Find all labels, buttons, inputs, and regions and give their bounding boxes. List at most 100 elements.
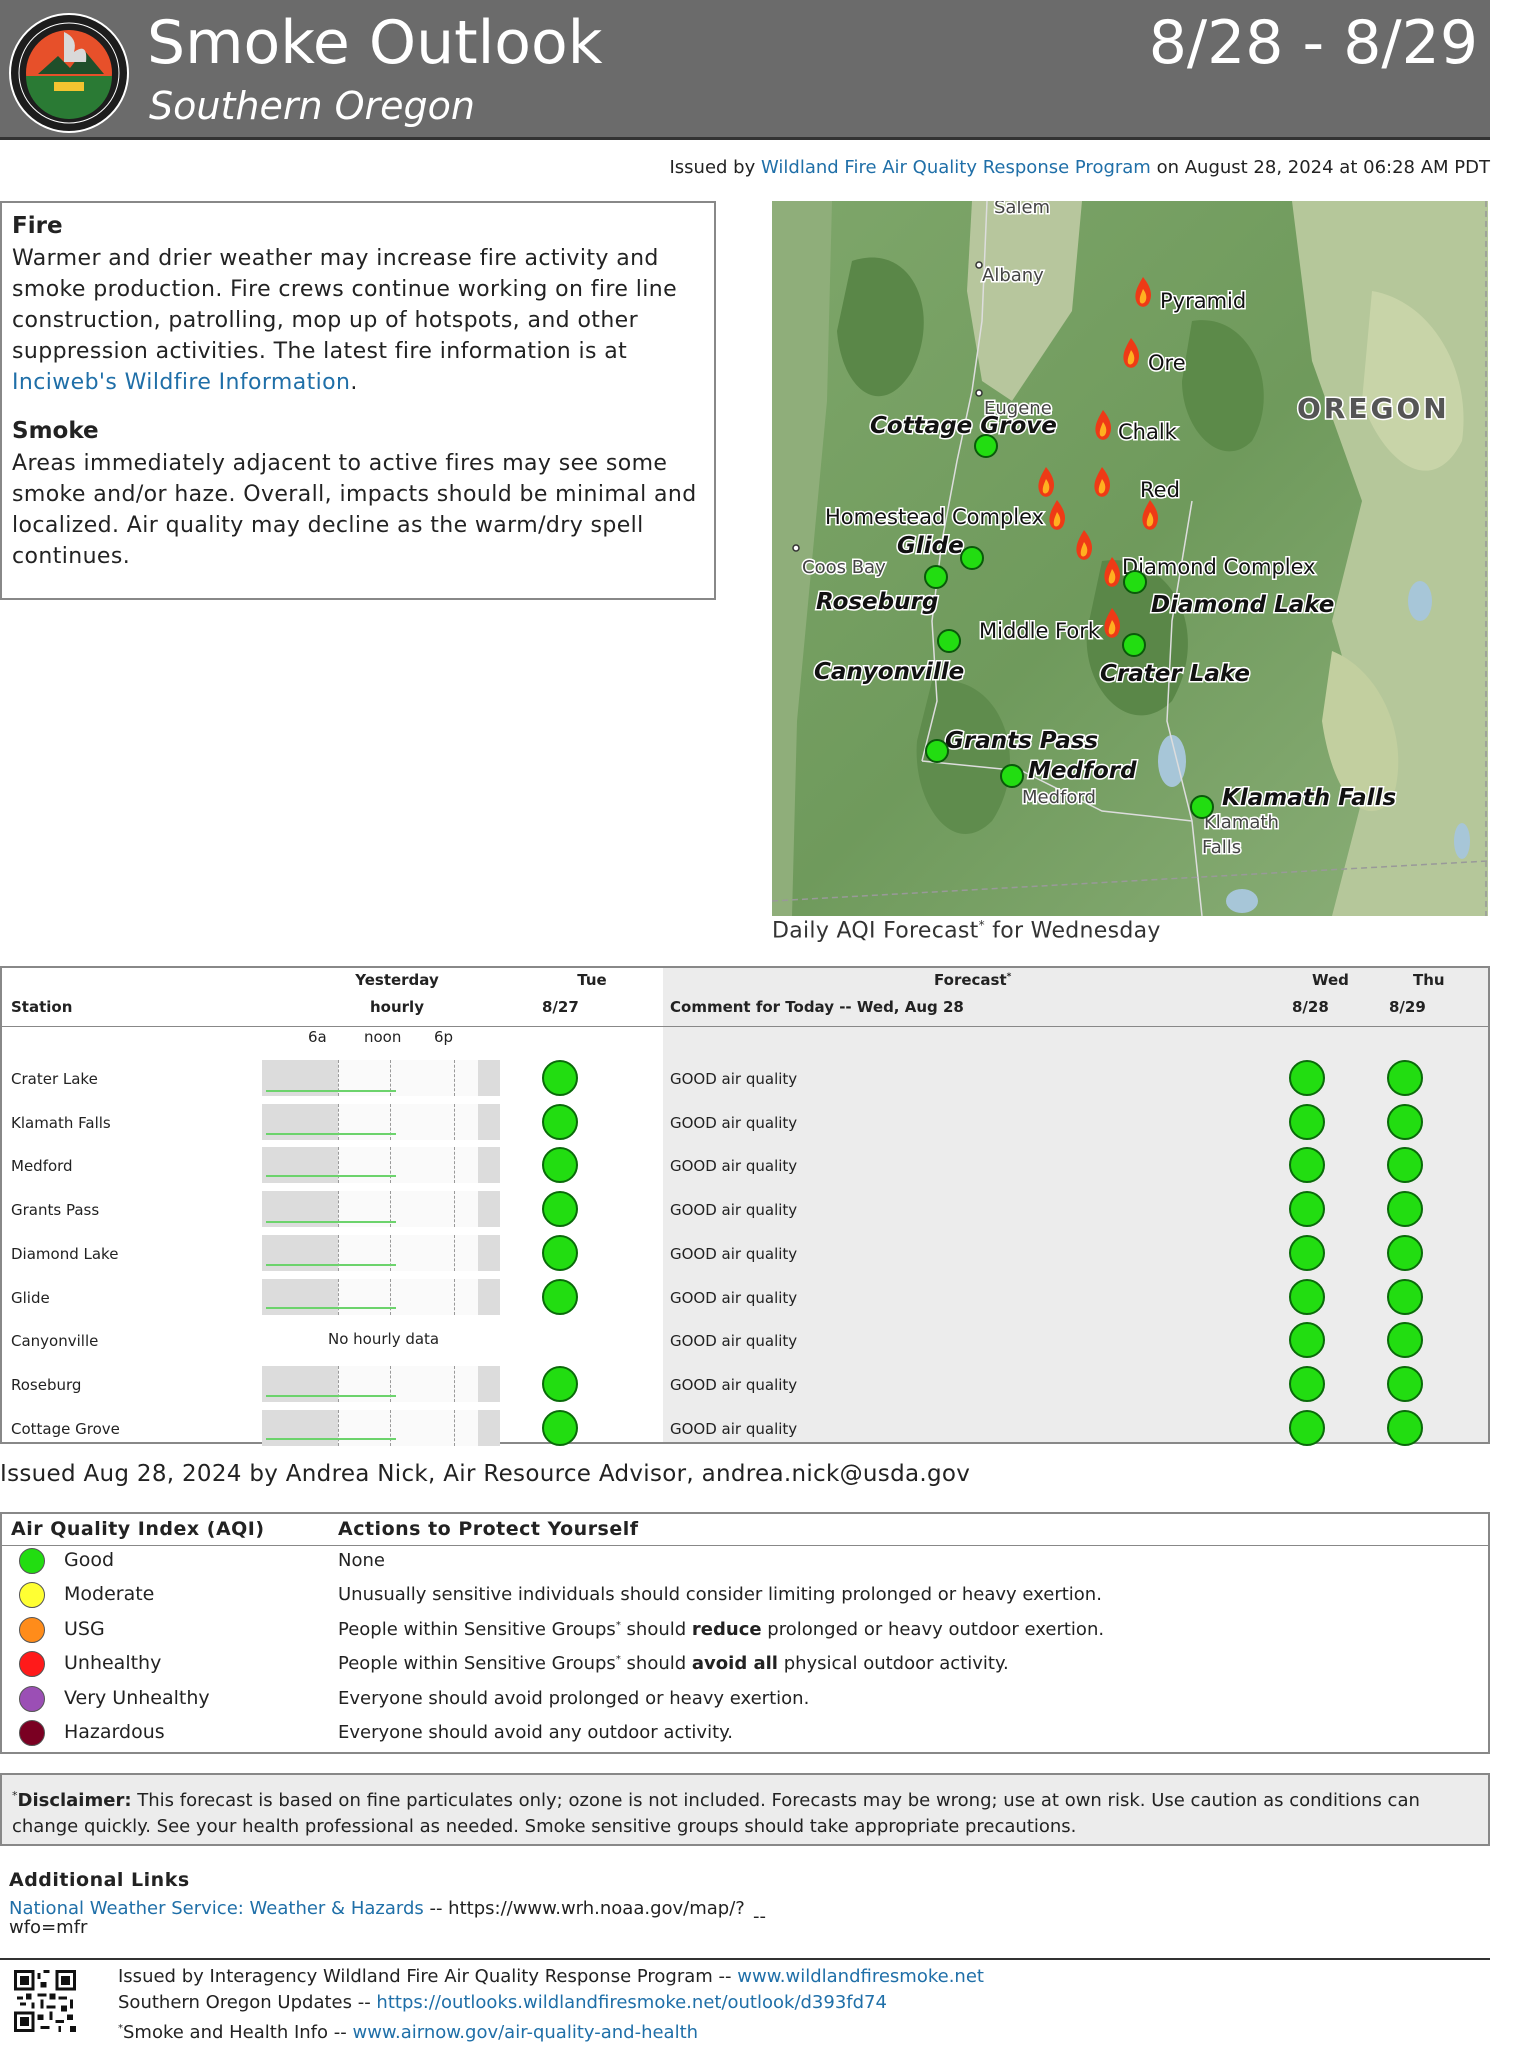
legend-header-rule: [2, 1545, 1488, 1546]
aqi-dot-wed: [1289, 1104, 1325, 1140]
col-forecast-sup: *: [1006, 972, 1012, 982]
hourly-sparkline: [262, 1104, 500, 1140]
fire-label-diamond-complex: Diamond Complex: [1122, 555, 1316, 579]
station-dot: [960, 546, 984, 570]
issued-suffix: on August 28, 2024 at 06:28 AM PDT: [1156, 157, 1490, 178]
hourly-sparkline: [262, 1410, 500, 1446]
qr-code-icon[interactable]: [14, 1970, 76, 2032]
aqi-action-text: None: [338, 1550, 385, 1571]
aqi-dot-thu: [1387, 1279, 1423, 1315]
station-name: Diamond Lake: [11, 1245, 119, 1263]
col-tue: Tue: [577, 971, 607, 989]
fire-heading: Fire: [12, 213, 63, 239]
fire-label-pyramid: Pyramid: [1160, 289, 1246, 313]
aqi-color-dot: [19, 1651, 45, 1678]
map-label-salem: Salem: [994, 201, 1050, 218]
station-name: Grants Pass: [11, 1201, 100, 1219]
aqi-dot-thu: [1387, 1366, 1423, 1402]
issued-by-line: Issued Aug 28, 2024 by Andrea Nick, Air …: [0, 1461, 971, 1487]
station-dot: [924, 565, 948, 589]
aqi-action-bold: reduce: [691, 1618, 762, 1640]
aqi-dot-wed: [1289, 1060, 1325, 1096]
aqi-level-name: Good: [64, 1549, 115, 1571]
col-thu: Thu: [1413, 971, 1445, 989]
station-comment: GOOD air quality: [670, 1157, 798, 1175]
station-name: Klamath Falls: [11, 1114, 111, 1132]
col-tue-date: 8/27: [542, 998, 579, 1016]
station-comment: GOOD air quality: [670, 1114, 798, 1132]
aqi-dot-wed: [1289, 1191, 1325, 1227]
aqi-dot-thu: [1387, 1191, 1423, 1227]
hour-tick-6p: 6p: [434, 1028, 454, 1046]
wildlandfiresmoke-link[interactable]: www.wildlandfiresmoke.net: [737, 1966, 984, 1987]
aqi-level-name: Unhealthy: [64, 1652, 162, 1675]
hourly-sparkline: [262, 1191, 500, 1227]
map-label-falls: Falls: [1202, 837, 1241, 858]
no-hourly-data: No hourly data: [328, 1330, 440, 1348]
hourly-sparkline: [262, 1366, 500, 1402]
map-caption-end: for Wednesday: [984, 918, 1161, 944]
airnow-link[interactable]: www.airnow.gov/air-quality-and-health: [352, 2022, 698, 2043]
station-comment: GOOD air quality: [670, 1332, 798, 1350]
hourly-sparkline: [262, 1147, 500, 1183]
disclaimer-box: *Disclaimer: This forecast is based on f…: [0, 1773, 1490, 1846]
station-label-medford: Medford: [1028, 758, 1137, 784]
col-hourly: hourly: [370, 998, 424, 1016]
station-comment: GOOD air quality: [670, 1376, 798, 1394]
aqi-dot-thu: [1387, 1104, 1423, 1140]
station-forecast-table: Station Yesterday hourly Tue 8/27 Foreca…: [0, 966, 1490, 1446]
aqi-dot-tue: [542, 1147, 578, 1183]
map-label-coos-bay: Coos Bay: [802, 557, 886, 578]
fire-label-middle-fork: Middle Fork: [979, 619, 1101, 643]
aqi-action-post: physical outdoor activity.: [777, 1653, 1009, 1675]
station-dot: [1122, 633, 1146, 657]
hourly-sparkline: [262, 1235, 500, 1271]
map-label-albany: Albany: [982, 265, 1044, 286]
footer-line-3-text: Smoke and Health Info --: [123, 2022, 353, 2043]
aqi-action-text: Everyone should avoid prolonged or heavy…: [338, 1687, 810, 1709]
col-forecast: Forecast*: [934, 971, 1011, 989]
col-wed: Wed: [1312, 971, 1349, 989]
aqi-level-action: None: [338, 1550, 385, 1571]
map-label-medford-city: Medford: [1022, 787, 1096, 808]
aqi-dot-thu: [1387, 1322, 1423, 1358]
station-label-canyonville: Canyonville: [814, 659, 964, 685]
aqi-action-pre: People within Sensitive Groups: [338, 1618, 616, 1640]
station-comment: GOOD air quality: [670, 1245, 798, 1263]
page-title: Smoke Outlook: [147, 8, 603, 78]
additional-links: National Weather Service: Weather & Haza…: [9, 1899, 749, 1937]
smoke-heading: Smoke: [12, 418, 99, 444]
station-name: Canyonville: [11, 1332, 99, 1350]
outlook-updates-link[interactable]: https://outlooks.wildlandfiresmoke.net/o…: [376, 1992, 887, 2013]
aqi-dot-tue: [542, 1104, 578, 1140]
col-thu-date: 8/29: [1389, 998, 1426, 1016]
interagency-wildland-fire-seal-icon: [9, 13, 129, 133]
aqi-action-text: Unusually sensitive individuals should c…: [338, 1584, 1102, 1606]
hour-tick-noon: noon: [364, 1028, 402, 1046]
aqi-level-name: Hazardous: [64, 1721, 165, 1743]
aqi-action-pre: People within Sensitive Groups: [338, 1653, 616, 1675]
aqi-dot-wed: [1289, 1147, 1325, 1183]
station-comment: GOOD air quality: [670, 1420, 798, 1438]
aqi-dot-wed: [1289, 1410, 1325, 1446]
aqi-color-dot: [19, 1582, 45, 1609]
station-label-klamath-falls: Klamath Falls: [1222, 785, 1396, 811]
station-comment: GOOD air quality: [670, 1289, 798, 1307]
aqi-action-post: prolonged or heavy outdoor exertion.: [761, 1618, 1105, 1640]
aqi-color-dot: [19, 1720, 45, 1746]
aqi-dot-thu: [1387, 1235, 1423, 1271]
col-yesterday: Yesterday: [355, 971, 439, 989]
station-label-glide: Glide: [897, 533, 964, 559]
footer-rule: [0, 1958, 1490, 1960]
aqi-action-bold: avoid all: [691, 1653, 778, 1675]
map-caption-text: Daily AQI Forecast: [772, 918, 979, 944]
disclaimer-text: This forecast is based on fine particula…: [12, 1790, 1420, 1837]
inciweb-link[interactable]: Inciweb's Wildfire Information: [12, 370, 350, 395]
program-link[interactable]: Wildland Fire Air Quality Response Progr…: [761, 157, 1151, 178]
col-station: Station: [11, 998, 73, 1016]
aqi-index-heading: Air Quality Index (AQI): [11, 1518, 265, 1540]
fire-text: Warmer and drier weather may increase fi…: [12, 243, 704, 398]
nws-link[interactable]: National Weather Service: Weather & Haza…: [9, 1898, 424, 1919]
station-dot: [1190, 795, 1214, 819]
station-label-grants-pass: Grants Pass: [945, 728, 1098, 754]
